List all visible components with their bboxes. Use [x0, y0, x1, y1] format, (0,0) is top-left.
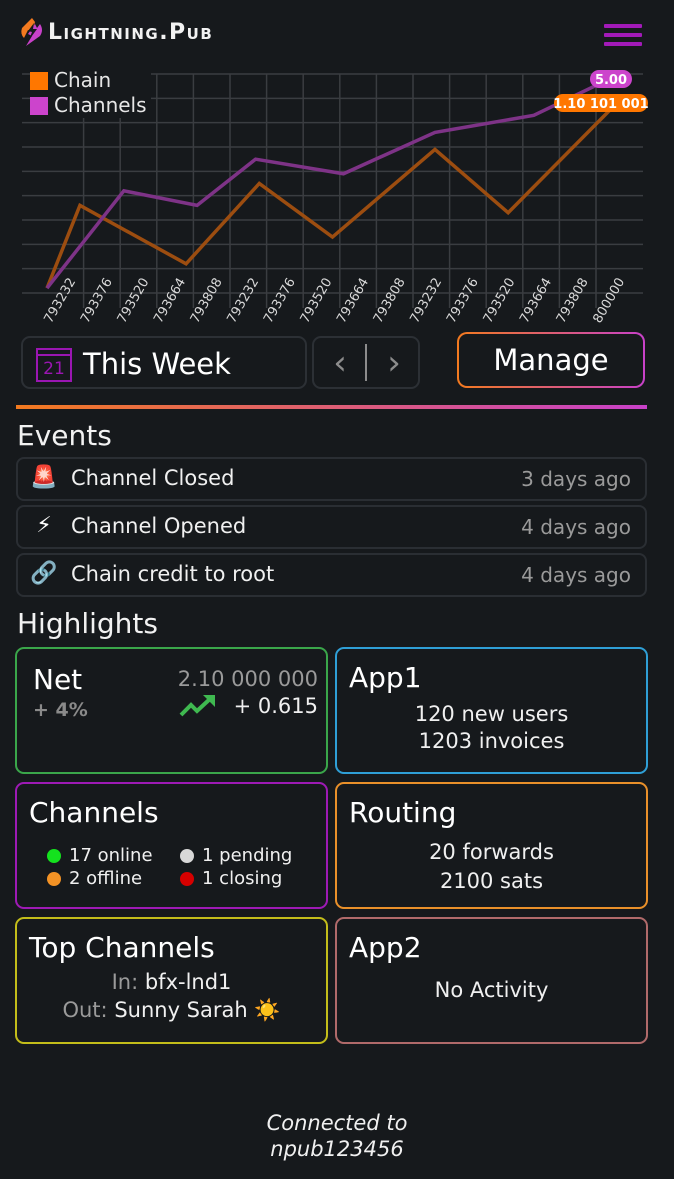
app1-invoices: 1203 invoices	[418, 729, 565, 753]
events-title: Events	[17, 419, 112, 452]
trending-up-icon	[179, 695, 215, 717]
top-channel-in: In: bfx-lnd1	[17, 970, 326, 994]
period-label: This Week	[83, 347, 231, 381]
routing-sats: 2100 sats	[439, 869, 544, 893]
logo[interactable]: Lightning.Pub	[18, 16, 213, 48]
routing-forwards: 20 forwards	[429, 840, 554, 864]
card-title: Net	[33, 663, 83, 696]
stat-label: 2 offline	[69, 868, 143, 889]
stat-offline: 2 offline	[47, 868, 142, 889]
card-title: Channels	[29, 796, 159, 829]
balance-chart: 793232 793376 793520 793664 793808 793232 7933…	[0, 62, 674, 328]
stat-label: 17 online	[69, 845, 153, 866]
series-line-chain	[45, 104, 616, 289]
status-dot-pending	[180, 848, 194, 863]
out-key: Out:	[62, 998, 108, 1022]
event-label: Channel Opened	[71, 514, 247, 538]
calendar-icon: 21	[36, 348, 72, 382]
link-icon: 🔗	[30, 561, 58, 586]
status-dot-offline	[47, 871, 61, 886]
period-selector[interactable]: 21 This Week	[21, 336, 307, 389]
legend-swatch-chain	[30, 71, 48, 90]
period-nav: ‹ ›	[312, 336, 420, 389]
legend-label: Chain	[54, 68, 112, 92]
legend-label: Channels	[54, 93, 147, 117]
controls-bar: 21 This Week ‹ › Manage	[0, 332, 674, 392]
prev-period-button[interactable]: ‹	[314, 338, 366, 387]
chart-legend: Chain Channels	[30, 68, 151, 118]
card-title: App2	[349, 931, 422, 964]
net-delta: + 0.615	[233, 694, 318, 718]
app1-card[interactable]: App1 120 new users 1203 invoices	[335, 647, 648, 774]
calendar-day: 21	[43, 359, 65, 379]
end-label-channels: 5.00	[595, 73, 627, 88]
manage-button[interactable]: Manage	[457, 332, 645, 388]
event-item[interactable]: 🚨 Channel Closed 3 days ago	[16, 457, 647, 501]
status-dot-closing	[180, 871, 194, 886]
net-percent: + 4%	[33, 699, 88, 721]
in-value: bfx-lnd1	[144, 970, 232, 994]
event-time: 4 days ago	[521, 563, 631, 587]
connected-npub: npub123456	[270, 1137, 404, 1161]
next-period-button[interactable]: ›	[368, 338, 420, 387]
in-key: In:	[111, 970, 139, 994]
card-title: Top Channels	[29, 931, 215, 964]
net-card[interactable]: Net + 4% 2.10 000 000 + 0.615	[15, 647, 328, 774]
legend-swatch-channels	[30, 96, 48, 115]
app-name: Lightning.Pub	[48, 19, 214, 45]
net-total: 2.10 000 000	[177, 667, 318, 691]
lightning-logo-icon	[21, 18, 42, 46]
channels-card[interactable]: Channels 17 online 1 pending 2 offline 1…	[15, 782, 328, 909]
gradient-divider	[16, 405, 647, 409]
card-title: Routing	[349, 796, 457, 829]
status-dot-online	[47, 848, 61, 863]
connection-status: Connected to npub123456	[0, 1110, 674, 1162]
event-label: Chain credit to root	[71, 562, 275, 586]
app2-activity: No Activity	[434, 978, 549, 1002]
top-channel-out: Out: Sunny Sarah ☀️	[17, 998, 326, 1023]
stat-label: 1 closing	[202, 868, 283, 889]
nav-divider	[365, 344, 367, 381]
event-item[interactable]: 🔗 Chain credit to root 4 days ago	[16, 553, 647, 597]
end-label-chain: 1.10 101 001	[553, 97, 648, 112]
legend-item-chain[interactable]: Chain	[30, 68, 147, 93]
chevron-right-icon: ›	[387, 342, 401, 383]
legend-item-channels[interactable]: Channels	[30, 93, 147, 118]
hamburger-menu-icon[interactable]	[604, 24, 642, 46]
header: Lightning.Pub	[0, 0, 674, 66]
event-time: 3 days ago	[521, 467, 631, 491]
event-item[interactable]: ⚡ Channel Opened 4 days ago	[16, 505, 647, 549]
lightning-icon: ⚡	[36, 513, 52, 538]
app2-card[interactable]: App2 No Activity	[335, 917, 648, 1044]
stat-label: 1 pending	[202, 845, 293, 866]
connected-label: Connected to	[266, 1111, 408, 1135]
chevron-left-icon: ‹	[333, 342, 347, 383]
routing-card[interactable]: Routing 20 forwards 2100 sats	[335, 782, 648, 909]
top-channels-card[interactable]: Top Channels In: bfx-lnd1 Out: Sunny Sar…	[15, 917, 328, 1044]
out-value: Sunny Sarah ☀️	[114, 998, 281, 1022]
siren-icon: 🚨	[30, 465, 58, 490]
stat-pending: 1 pending	[180, 845, 292, 866]
stat-online: 17 online	[47, 845, 153, 866]
event-time: 4 days ago	[521, 515, 631, 539]
manage-label: Manage	[459, 334, 643, 386]
stat-closing: 1 closing	[180, 868, 282, 889]
event-label: Channel Closed	[71, 466, 235, 490]
card-title: App1	[349, 661, 422, 694]
events-list: 🚨 Channel Closed 3 days ago ⚡ Channel Op…	[16, 457, 647, 601]
highlights-title: Highlights	[17, 607, 158, 640]
app1-users: 120 new users	[414, 702, 569, 726]
